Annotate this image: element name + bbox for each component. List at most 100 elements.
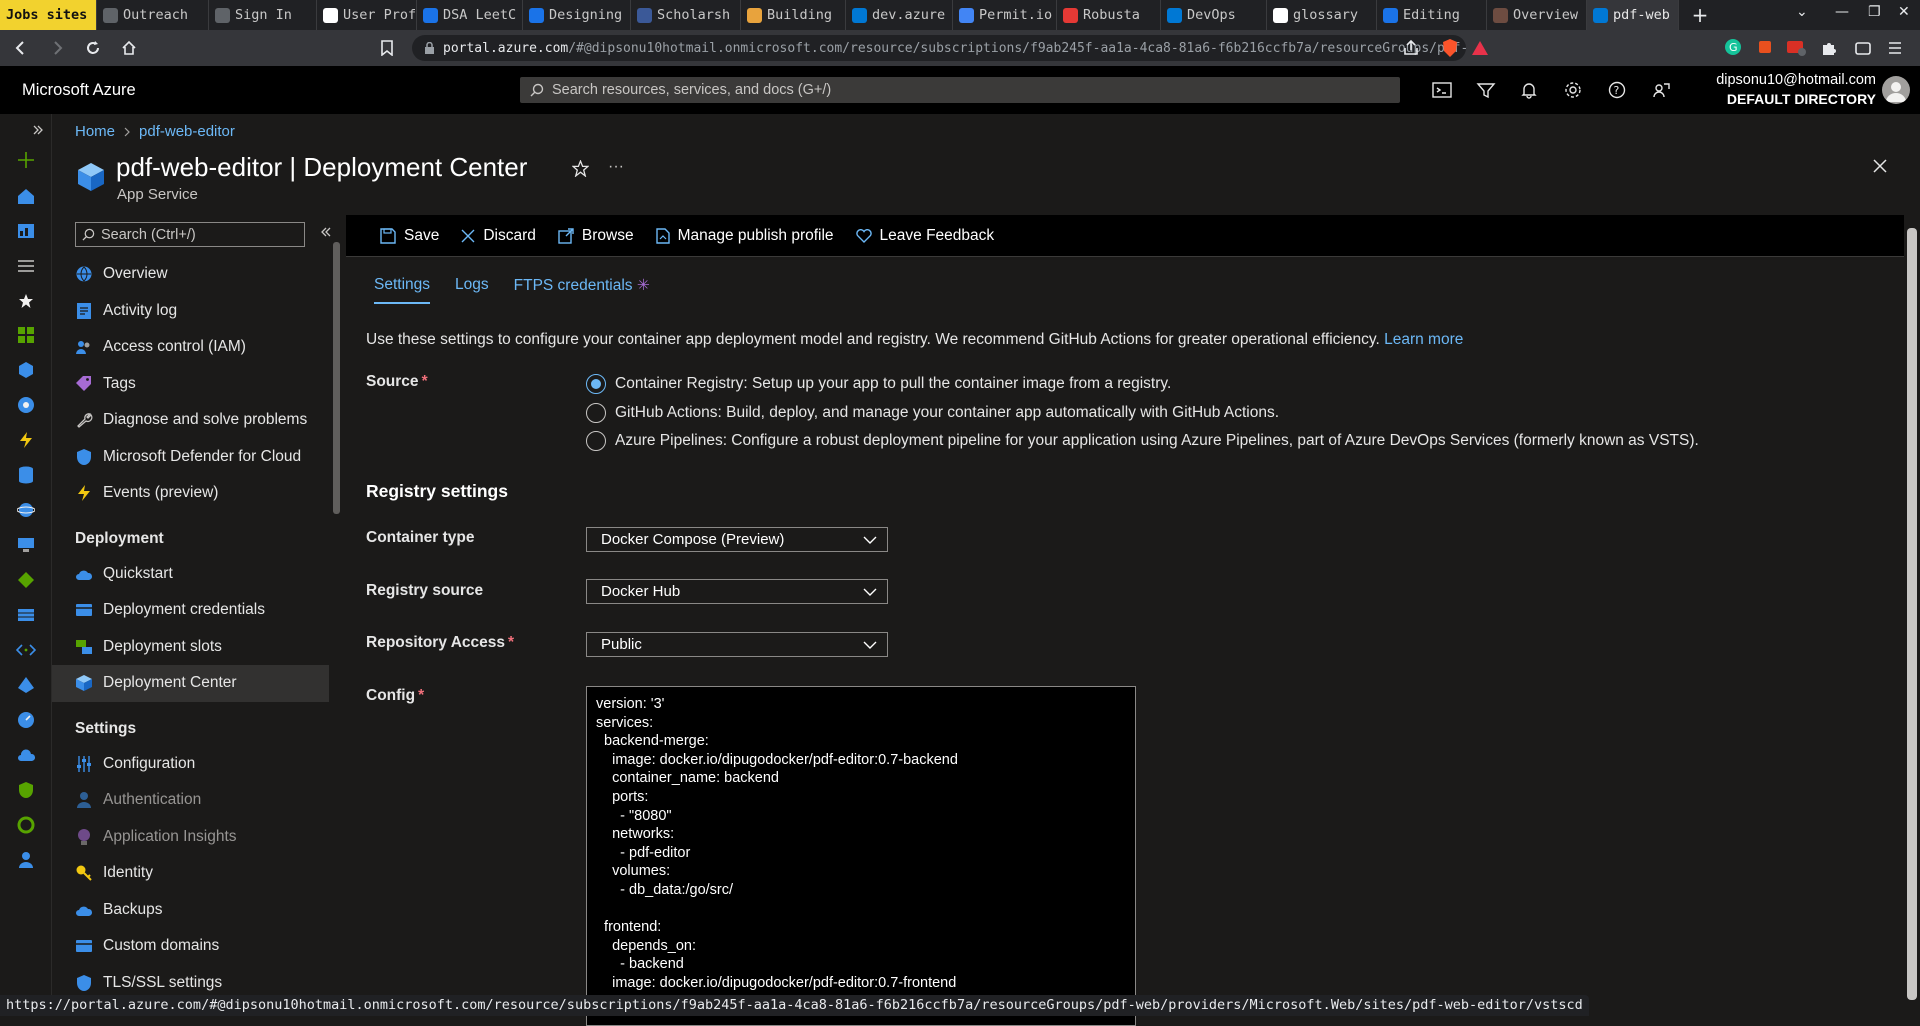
more-options-icon[interactable]: ··· <box>608 158 624 176</box>
tab-ftps-credentials[interactable]: FTPS credentials ✳ <box>514 276 650 304</box>
reload-icon[interactable] <box>78 33 108 63</box>
discard-button[interactable]: Discard <box>461 227 536 245</box>
tab-settings[interactable]: Settings <box>374 276 430 304</box>
browser-tab[interactable]: Scholarsh <box>631 0 741 30</box>
sidebar-item-deployment-slots[interactable]: Deployment slots <box>52 629 329 666</box>
browser-tab[interactable]: Editing <box>1377 0 1487 30</box>
favorites-star-icon[interactable] <box>16 291 36 311</box>
repository-access-dropdown[interactable]: Public <box>586 632 888 657</box>
all-services-icon[interactable] <box>16 256 36 276</box>
browser-tab[interactable]: Jobs sites <box>0 0 97 30</box>
all-resources-icon[interactable] <box>16 325 36 345</box>
azure-ad-icon[interactable] <box>16 675 36 695</box>
brave-shield-icon[interactable] <box>1440 38 1460 58</box>
home-icon[interactable] <box>114 33 144 63</box>
collapse-menu-icon[interactable] <box>320 226 332 238</box>
browser-tab[interactable]: glossary <box>1267 0 1377 30</box>
load-balancer-icon[interactable] <box>16 570 36 590</box>
new-tab-icon[interactable]: + <box>1685 0 1715 30</box>
sidebar-item-deployment-credentials[interactable]: Deployment credentials <box>52 592 329 629</box>
sidebar-item-events-preview[interactable]: Events (preview) <box>52 475 329 512</box>
wallet-icon[interactable] <box>1854 39 1872 57</box>
learn-more-link[interactable]: Learn more <box>1384 331 1463 348</box>
config-textarea[interactable]: version: '3' services: backend-merge: im… <box>586 686 1136 1026</box>
breadcrumb-resource[interactable]: pdf-web-editor <box>139 123 235 140</box>
sidebar-item-configuration[interactable]: Configuration <box>52 746 329 783</box>
sidebar-item-quickstart[interactable]: Quickstart <box>52 556 329 593</box>
cloud-shell-icon[interactable] <box>1430 79 1454 101</box>
radio-button[interactable] <box>586 431 606 451</box>
global-search-input[interactable]: Search resources, services, and docs (G+… <box>520 77 1400 103</box>
settings-gear-icon[interactable] <box>1561 79 1585 101</box>
container-type-dropdown[interactable]: Docker Compose (Preview) <box>586 527 888 552</box>
security-center-icon[interactable] <box>16 780 36 800</box>
storage-accounts-icon[interactable] <box>16 605 36 625</box>
azure-brand[interactable]: Microsoft Azure <box>22 81 136 100</box>
favorite-star-icon[interactable] <box>572 160 589 177</box>
sidebar-item-overview[interactable]: Overview <box>52 256 329 293</box>
radio-container-registry[interactable]: Container Registry: Setup up your app to… <box>586 374 1171 394</box>
content-scrollbar-thumb[interactable] <box>1907 228 1917 1000</box>
advisor-icon[interactable] <box>16 745 36 765</box>
browser-tab[interactable]: DevOps <box>1161 0 1267 30</box>
resource-groups-icon[interactable] <box>16 360 36 380</box>
avatar[interactable] <box>1882 76 1910 104</box>
browser-tab[interactable]: pdf-web✕ <box>1587 0 1679 30</box>
app-services-icon[interactable] <box>16 395 36 415</box>
browser-tab[interactable]: dev.azure <box>846 0 953 30</box>
menu-search-input[interactable]: Search (Ctrl+/) <box>75 222 305 247</box>
radio-button-selected[interactable] <box>586 374 606 394</box>
radio-github-actions[interactable]: GitHub Actions: Build, deploy, and manag… <box>586 403 1279 423</box>
virtual-networks-icon[interactable] <box>16 640 36 660</box>
extension-icon[interactable] <box>1756 38 1774 56</box>
minimize-icon[interactable]: — <box>1835 4 1849 20</box>
browser-tab[interactable]: Outreach <box>97 0 209 30</box>
create-resource-icon[interactable] <box>16 150 36 170</box>
radio-button[interactable] <box>586 403 606 423</box>
extension-icon[interactable] <box>1786 38 1806 56</box>
sidebar-item-diagnose-and-solve-problems[interactable]: Diagnose and solve problems <box>52 402 329 439</box>
feedback-icon[interactable] <box>1649 79 1673 101</box>
virtual-machines-icon[interactable] <box>16 535 36 555</box>
account-menu[interactable]: dipsonu10@hotmail.com DEFAULT DIRECTORY <box>1716 71 1876 109</box>
browser-tab[interactable]: Designing <box>523 0 631 30</box>
leave-feedback-button[interactable]: Leave Feedback <box>856 227 995 245</box>
back-icon[interactable] <box>6 33 36 63</box>
dashboard-icon[interactable] <box>16 221 36 241</box>
sidebar-item-access-control-iam[interactable]: Access control (IAM) <box>52 329 329 366</box>
browser-tab[interactable]: Sign In <box>209 0 317 30</box>
menu-icon[interactable] <box>1886 39 1904 57</box>
home-icon[interactable] <box>16 186 36 206</box>
sidebar-item-backups[interactable]: Backups <box>52 892 329 929</box>
menu-scrollbar-thumb[interactable] <box>333 242 340 514</box>
sidebar-item-identity[interactable]: Identity <box>52 855 329 892</box>
grammarly-icon[interactable]: G <box>1724 38 1742 56</box>
save-button[interactable]: Save <box>380 227 439 245</box>
expand-menu-icon[interactable] <box>28 120 48 140</box>
cost-management-icon[interactable] <box>16 815 36 835</box>
close-blade-icon[interactable] <box>1872 158 1888 174</box>
rewards-icon[interactable] <box>1471 39 1489 57</box>
tab-logs[interactable]: Logs <box>455 276 489 304</box>
sidebar-item-tags[interactable]: Tags <box>52 366 329 403</box>
address-bar[interactable]: portal.azure.com/#@dipsonu10hotmail.onmi… <box>412 35 1466 61</box>
close-window-icon[interactable]: ✕ <box>1898 4 1910 20</box>
chevron-down-icon[interactable]: ⌄ <box>1796 4 1808 20</box>
sidebar-item-activity-log[interactable]: Activity log <box>52 293 329 330</box>
directory-filter-icon[interactable] <box>1474 79 1498 101</box>
notifications-icon[interactable] <box>1517 79 1541 101</box>
help-icon[interactable]: ? <box>1605 79 1629 101</box>
manage-publish-profile-button[interactable]: Manage publish profile <box>656 227 834 245</box>
function-app-icon[interactable] <box>16 430 36 450</box>
browse-button[interactable]: Browse <box>558 227 634 245</box>
browser-tab[interactable]: Robusta <box>1057 0 1161 30</box>
registry-source-dropdown[interactable]: Docker Hub <box>586 579 888 604</box>
sidebar-item-deployment-center[interactable]: Deployment Center <box>52 665 329 702</box>
puzzle-icon[interactable] <box>1820 39 1838 57</box>
breadcrumb-home[interactable]: Home <box>75 123 115 140</box>
monitor-icon[interactable] <box>16 710 36 730</box>
browser-tab[interactable]: Permit.io <box>953 0 1057 30</box>
browser-tab[interactable]: User Prof <box>317 0 417 30</box>
browser-tab[interactable]: Building <box>741 0 846 30</box>
browser-tab[interactable]: DSA LeetC <box>417 0 523 30</box>
